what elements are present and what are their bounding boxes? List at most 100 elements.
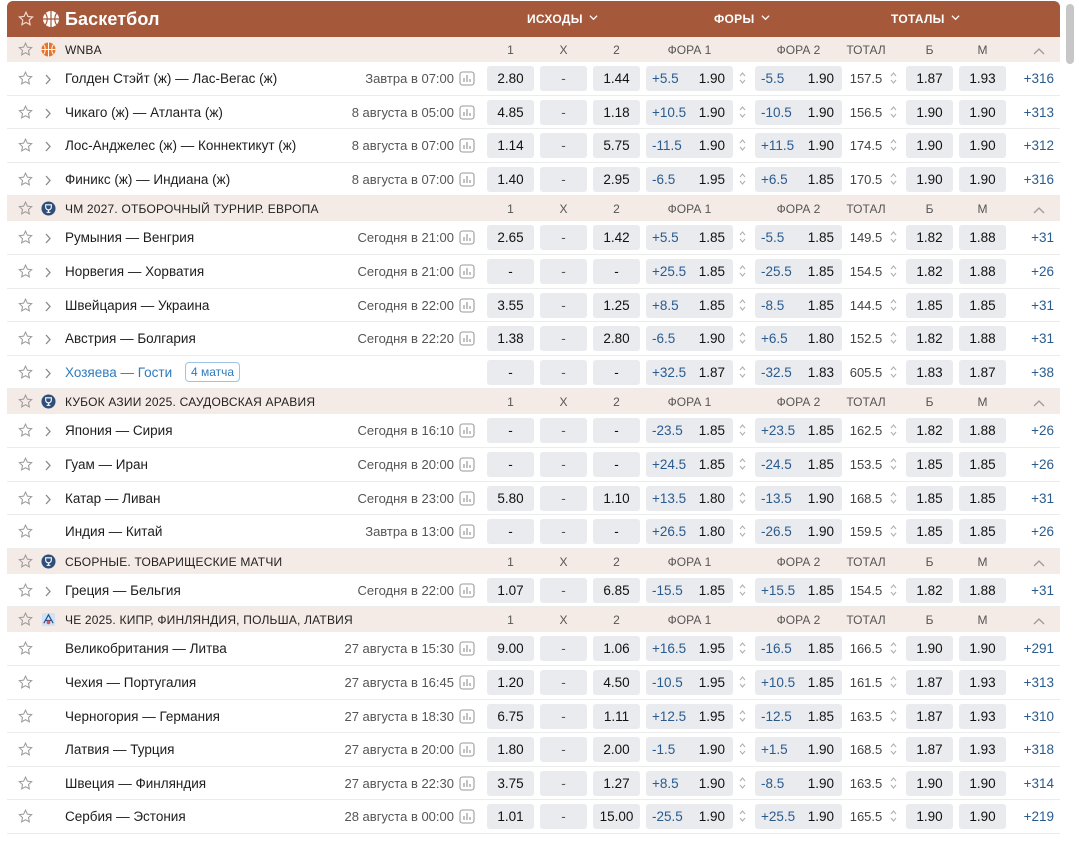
stats-icon[interactable]: [459, 138, 475, 153]
odd-away[interactable]: 2.95: [593, 166, 640, 192]
stats-icon[interactable]: [459, 524, 475, 539]
favorite-star-icon[interactable]: [18, 297, 33, 313]
favorite-star-icon[interactable]: [18, 490, 33, 506]
up-down-icon[interactable]: [890, 524, 897, 538]
event-teams[interactable]: Гуам — Иран: [65, 457, 148, 472]
handicap-1-button[interactable]: -6.5 1.90: [646, 326, 733, 352]
favorite-star-icon[interactable]: [18, 171, 33, 187]
event-row[interactable]: Чикаго (ж) — Атланта (ж) 8 августа в 05:0…: [7, 96, 1060, 130]
event-row[interactable]: Норвегия — Хорватия Сегодня в 21:00- - - +25…: [7, 255, 1060, 289]
odd-draw[interactable]: -: [540, 451, 587, 477]
more-markets-link[interactable]: +31: [1010, 230, 1054, 245]
up-down-icon[interactable]: [739, 457, 746, 471]
favorite-star-icon[interactable]: [18, 230, 33, 245]
handicap-1-button[interactable]: -1.5 1.90: [646, 737, 733, 763]
event-teams[interactable]: Япония — Сирия: [65, 423, 173, 438]
event-row[interactable]: Швейцария — Украина Сегодня в 22:00 3.55-1…: [7, 289, 1060, 323]
odd-home[interactable]: -: [487, 451, 534, 477]
up-down-icon[interactable]: [739, 809, 746, 823]
chevron-right-icon[interactable]: [44, 300, 52, 311]
odd-under[interactable]: 1.88: [959, 577, 1006, 603]
handicap-1-button[interactable]: +10.5 1.90: [646, 99, 733, 125]
odd-draw[interactable]: -: [540, 703, 587, 729]
event-teams[interactable]: Норвегия — Хорватия: [65, 264, 204, 279]
favorite-star-icon[interactable]: [18, 708, 33, 724]
favorite-star-icon[interactable]: [18, 423, 33, 438]
chevron-right-icon[interactable]: [44, 73, 52, 85]
chevron-up-icon[interactable]: [1033, 396, 1045, 407]
handicap-1-button[interactable]: +5.5 1.85: [646, 225, 733, 251]
more-markets-link[interactable]: +314: [1010, 776, 1054, 791]
chevron-right-icon[interactable]: [44, 333, 52, 345]
event-row[interactable]: Латвия — Турция 27 августа в 20:00 1.80-2.…: [7, 733, 1060, 767]
handicap-1-button[interactable]: +5.5 1.90: [646, 66, 733, 91]
odd-away[interactable]: 1.27: [593, 770, 640, 796]
up-down-icon[interactable]: [890, 776, 897, 790]
odd-away[interactable]: -: [593, 359, 640, 385]
handicap-2-button[interactable]: -8.5 1.90: [755, 770, 842, 796]
handicap-1-button[interactable]: -10.5 1.95: [646, 669, 733, 695]
odd-draw[interactable]: -: [540, 66, 587, 91]
odd-draw[interactable]: -: [540, 166, 587, 192]
stats-icon[interactable]: [459, 264, 475, 279]
odd-home[interactable]: 6.75: [487, 703, 534, 729]
more-markets-link[interactable]: +313: [1010, 105, 1054, 120]
event-row[interactable]: Чехия — Португалия 27 августа в 16:45 1.20…: [7, 666, 1060, 700]
odd-home[interactable]: 3.55: [487, 292, 534, 318]
event-teams[interactable]: Хозяева — Гости: [65, 365, 172, 380]
favorite-star-icon[interactable]: [18, 41, 33, 57]
odd-over[interactable]: 1.87: [906, 669, 953, 695]
odd-draw[interactable]: -: [540, 418, 587, 444]
odd-draw[interactable]: -: [540, 292, 587, 318]
favorite-star-icon[interactable]: [18, 364, 33, 380]
matches-count-badge[interactable]: 4 матча: [185, 361, 241, 382]
event-row[interactable]: Финикс (ж) — Индиана (ж) 8 августа в 07:0…: [7, 163, 1060, 197]
odd-away[interactable]: 1.25: [593, 292, 640, 318]
scrollbar[interactable]: [1066, 0, 1074, 850]
favorite-star-icon[interactable]: [18, 394, 33, 409]
handicap-2-button[interactable]: +10.5 1.85: [755, 669, 842, 695]
stats-icon[interactable]: [459, 583, 475, 598]
favorite-star-icon[interactable]: [18, 674, 33, 690]
handicap-1-button[interactable]: +32.5 1.87: [646, 359, 733, 385]
up-down-icon[interactable]: [890, 809, 897, 823]
odd-draw[interactable]: -: [540, 770, 587, 796]
up-down-icon[interactable]: [739, 365, 746, 379]
more-markets-link[interactable]: +313: [1010, 675, 1054, 690]
event-row[interactable]: Гуам — Иран Сегодня в 20:00- - - +24.5 1.85 -2…: [7, 448, 1060, 482]
event-row[interactable]: Швеция — Финляндия 27 августа в 22:30 3.75…: [7, 767, 1060, 801]
chevron-right-icon[interactable]: [44, 493, 52, 504]
up-down-icon[interactable]: [739, 331, 746, 345]
favorite-star-icon[interactable]: [18, 741, 33, 757]
more-markets-link[interactable]: +291: [1010, 641, 1054, 656]
favorite-star-icon[interactable]: [18, 456, 33, 472]
favorite-star-icon[interactable]: [18, 331, 33, 346]
more-markets-link[interactable]: +310: [1010, 709, 1054, 724]
odd-over[interactable]: 1.85: [906, 451, 953, 477]
odd-under[interactable]: 1.93: [959, 66, 1006, 91]
odd-under[interactable]: 1.85: [959, 519, 1006, 545]
up-down-icon[interactable]: [890, 331, 897, 345]
handicap-2-button[interactable]: -5.5 1.85: [755, 225, 842, 251]
odd-under[interactable]: 1.90: [959, 133, 1006, 159]
handicap-1-button[interactable]: +12.5 1.95: [646, 703, 733, 729]
odd-draw[interactable]: -: [540, 804, 587, 830]
odd-under[interactable]: 1.85: [959, 451, 1006, 477]
odd-over[interactable]: 1.83: [906, 359, 953, 385]
stats-icon[interactable]: [459, 331, 475, 346]
up-down-icon[interactable]: [739, 172, 746, 186]
favorite-star-icon[interactable]: [18, 809, 33, 824]
odd-away[interactable]: 15.00: [593, 804, 640, 830]
up-down-icon[interactable]: [739, 71, 746, 85]
event-teams[interactable]: Латвия — Турция: [65, 742, 174, 757]
event-row[interactable]: Хозяева — Гости 4 матча - - - +32.5 1.87 -32.5 1…: [7, 356, 1060, 390]
scroll-thumb[interactable]: [1066, 4, 1074, 64]
stats-icon[interactable]: [459, 423, 475, 438]
odd-over[interactable]: 1.87: [906, 703, 953, 729]
odd-over[interactable]: 1.90: [906, 99, 953, 125]
up-down-icon[interactable]: [890, 583, 897, 597]
event-teams[interactable]: Лос-Анджелес (ж) — Коннектикут (ж): [65, 138, 296, 153]
odd-under[interactable]: 1.93: [959, 669, 1006, 695]
handicap-1-button[interactable]: +8.5 1.85: [646, 292, 733, 318]
event-teams[interactable]: Греция — Бельгия: [65, 583, 181, 598]
